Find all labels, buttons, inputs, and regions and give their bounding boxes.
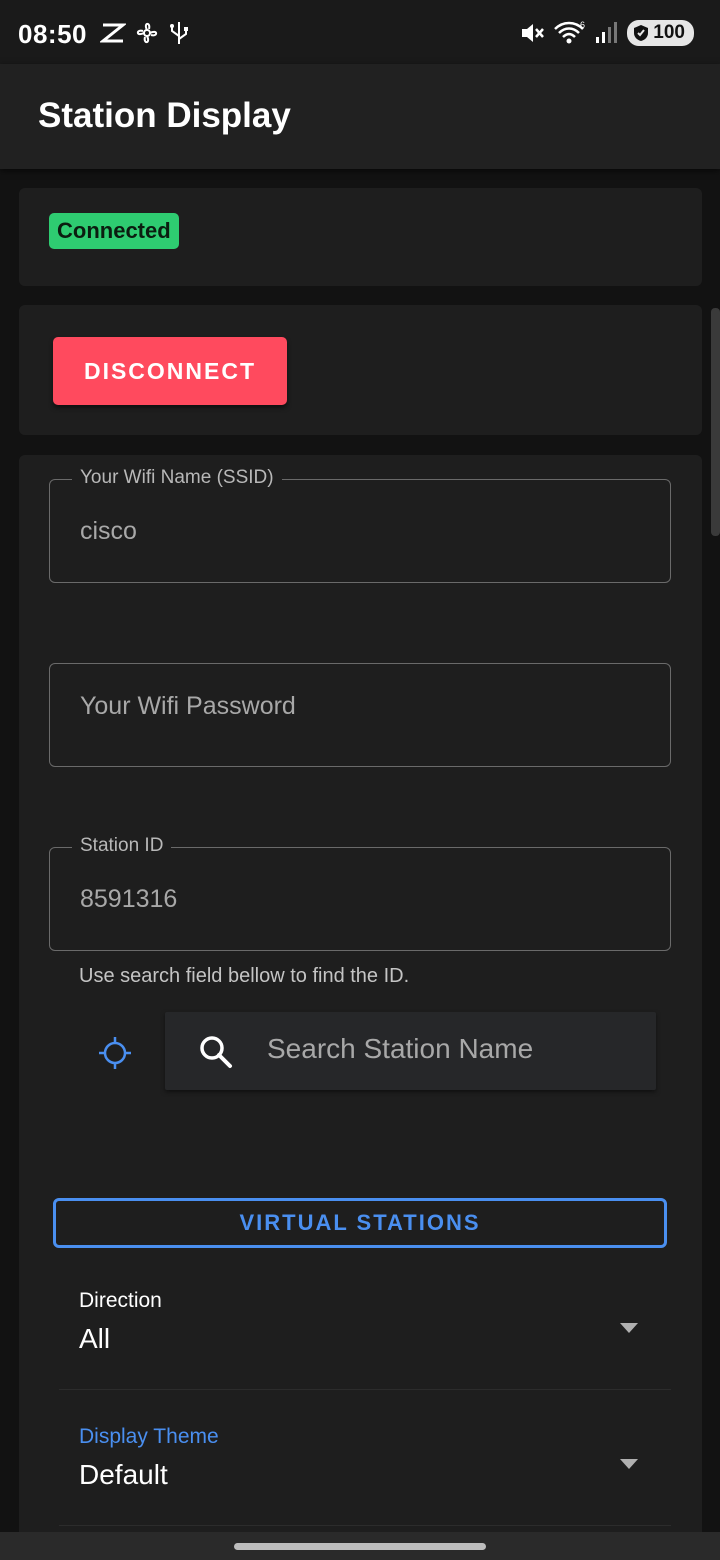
ssid-value: cisco — [80, 517, 137, 545]
disconnect-button[interactable]: DISCONNECT — [53, 337, 287, 405]
locate-icon[interactable] — [97, 1035, 133, 1071]
status-bar: 08:50 6 100 — [0, 0, 720, 64]
navigation-bar — [0, 1532, 720, 1560]
password-field[interactable]: Your Wifi Password — [49, 663, 671, 767]
display-theme-label: Display Theme — [79, 1425, 219, 1448]
page-title: Station Display — [38, 96, 291, 135]
search-icon — [200, 1036, 232, 1068]
status-time: 08:50 — [18, 19, 87, 49]
signal-icon — [596, 22, 618, 43]
home-indicator[interactable] — [234, 1543, 486, 1550]
display-theme-value: Default — [79, 1459, 168, 1490]
station-id-label: Station ID — [72, 835, 172, 857]
scrollbar[interactable] — [711, 308, 720, 536]
wifi-icon: 6 — [554, 20, 585, 44]
usb-icon — [170, 22, 188, 44]
ssid-label: Your Wifi Name (SSID) — [72, 467, 282, 489]
password-placeholder: Your Wifi Password — [80, 692, 296, 720]
chevron-down-icon — [620, 1459, 638, 1469]
status-icons-right: 6 100 — [519, 20, 694, 46]
svg-text:6: 6 — [580, 20, 585, 30]
fan-icon — [136, 22, 158, 44]
capcut-icon — [100, 23, 126, 43]
status-icons-left — [100, 20, 190, 46]
direction-label: Direction — [79, 1289, 162, 1312]
direction-select[interactable]: Direction All — [59, 1289, 671, 1390]
virtual-stations-button[interactable]: VIRTUAL STATIONS — [53, 1198, 667, 1248]
station-id-helper: Use search field bellow to find the ID. — [79, 965, 410, 987]
screen: 08:50 6 100 Station Display Connected DI… — [0, 0, 720, 1560]
connection-status-card: Connected — [19, 188, 702, 286]
chevron-down-icon — [620, 1323, 638, 1333]
station-id-value: 8591316 — [80, 885, 178, 913]
status-badge: Connected — [49, 213, 179, 249]
battery-indicator: 100 — [627, 20, 694, 46]
search-placeholder: Search Station Name — [267, 1033, 534, 1064]
connection-action-card: DISCONNECT — [19, 305, 702, 435]
ssid-field[interactable]: Your Wifi Name (SSID) cisco — [49, 467, 671, 583]
station-id-field[interactable]: Station ID 8591316 — [49, 835, 671, 951]
mute-icon — [522, 24, 545, 42]
direction-value: All — [79, 1323, 111, 1354]
battery-level: 100 — [653, 22, 685, 43]
app-bar: Station Display — [0, 64, 720, 169]
settings-form-card: Your Wifi Name (SSID) cisco Your Wifi Pa… — [19, 455, 702, 1560]
shield-icon — [634, 25, 649, 41]
display-theme-select[interactable]: Display Theme Default — [59, 1425, 671, 1526]
station-search-input[interactable]: Search Station Name — [165, 1012, 656, 1090]
